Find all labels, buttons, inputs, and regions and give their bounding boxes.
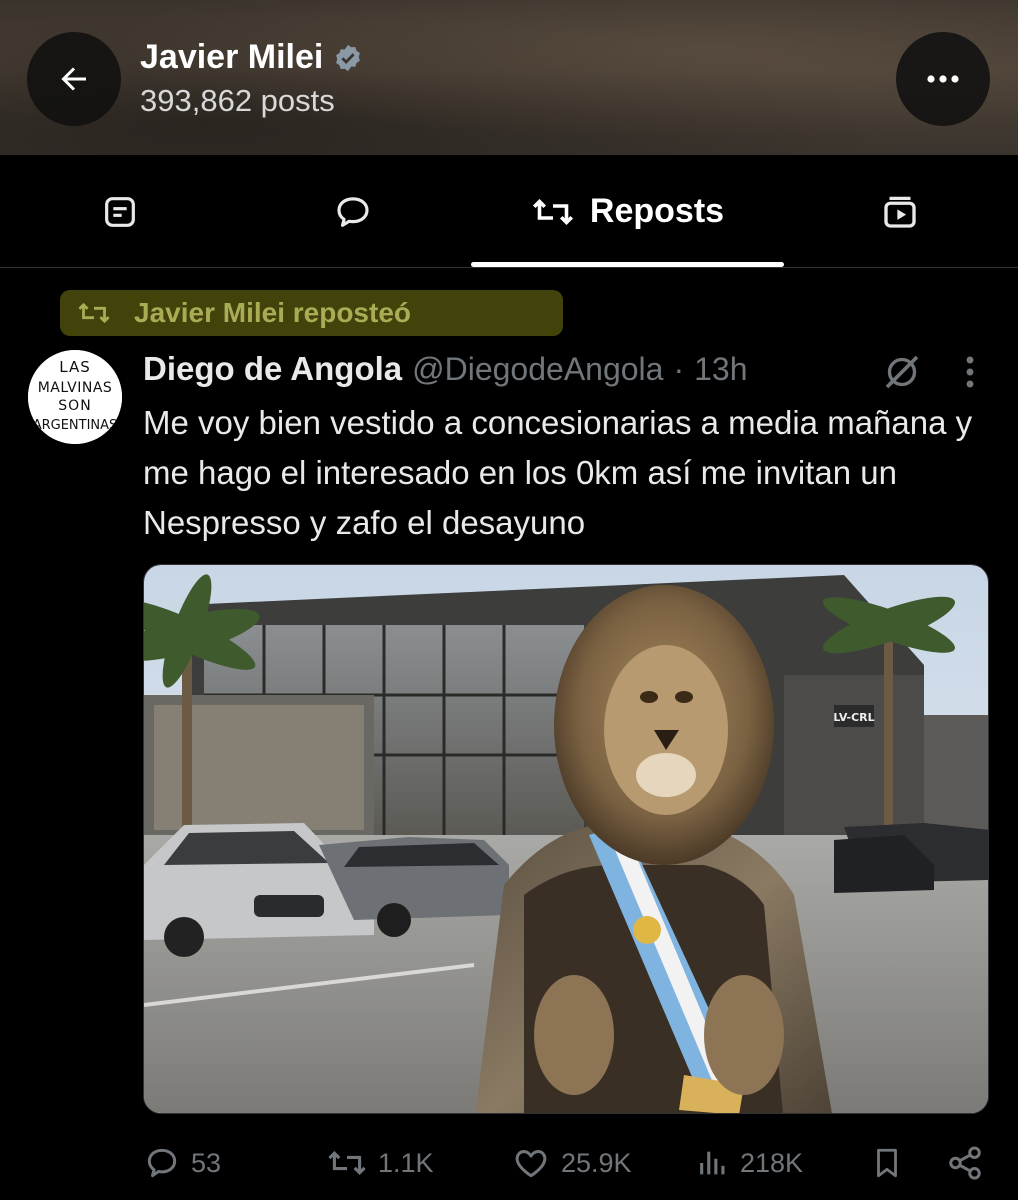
tweet-header: Diego de Angola @DiegodeAngola · 13h	[143, 350, 748, 388]
avatar-line-3: SON	[58, 398, 91, 414]
repost-banner-text: Javier Milei reposteó	[134, 297, 412, 328]
more-dots-icon	[927, 75, 959, 83]
author-avatar[interactable]: LAS MALVINAS SON ARGENTINAS	[28, 350, 122, 444]
reply-button[interactable]: 53	[143, 1138, 221, 1188]
grok-icon[interactable]	[882, 352, 922, 392]
view-count: 218K	[740, 1147, 804, 1178]
tweet-media-image[interactable]: LV-CRL	[143, 564, 989, 1114]
reply-count: 53	[191, 1147, 222, 1178]
video-icon	[884, 196, 916, 228]
author-handle[interactable]: @DiegodeAngola	[412, 351, 663, 388]
verified-badge-icon	[336, 44, 361, 71]
notes-icon	[105, 196, 135, 227]
repost-button[interactable]: 1.1K	[326, 1138, 434, 1188]
back-arrow-icon	[61, 67, 86, 91]
tab-reposts[interactable]: Reposts	[470, 155, 784, 268]
tweet-time[interactable]: 13h	[694, 351, 747, 388]
like-button[interactable]: 25.9K	[511, 1138, 632, 1188]
post-count: 393,862 posts	[140, 83, 335, 118]
comment-icon	[337, 196, 369, 227]
bookmark-icon	[877, 1148, 897, 1178]
tab-replies[interactable]	[293, 155, 413, 268]
profile-name: Javier Milei	[140, 38, 324, 76]
avatar-line-4: ARGENTINAS	[33, 418, 118, 433]
tweet-actions: 53 1.1K 25.9K 218K	[143, 1138, 993, 1188]
reply-icon	[147, 1148, 177, 1178]
active-tab-indicator	[471, 262, 784, 267]
dealership-sign: LV-CRL	[833, 711, 874, 724]
repost-icon	[532, 198, 573, 225]
share-icon	[949, 1146, 981, 1180]
tab-reposts-label: Reposts	[589, 192, 725, 230]
profile-header: Javier Milei 393,862 posts	[0, 0, 1018, 155]
repost-count: 1.1K	[378, 1147, 434, 1178]
share-button[interactable]	[946, 1138, 984, 1188]
back-button[interactable]	[27, 32, 121, 126]
avatar-line-2: MALVINAS	[38, 380, 113, 396]
profile-tabs: Reposts	[0, 155, 1018, 268]
avatar-line-1: LAS	[59, 358, 90, 376]
lion-dealership-image: LV-CRL	[144, 565, 988, 1113]
avatar-handwriting-image: LAS MALVINAS SON ARGENTINAS	[28, 350, 122, 444]
views-button[interactable]: 218K	[696, 1138, 803, 1188]
separator-dot: ·	[673, 350, 685, 387]
bookmark-button[interactable]	[870, 1138, 904, 1188]
tweet-more-icon[interactable]	[958, 354, 982, 390]
repost-banner[interactable]: Javier Milei reposteó	[60, 290, 563, 336]
more-options-button[interactable]	[896, 32, 990, 126]
repost-action-icon	[328, 1151, 366, 1175]
tab-posts[interactable]	[60, 155, 180, 268]
tab-media[interactable]	[840, 155, 960, 268]
analytics-icon	[700, 1151, 725, 1175]
header-title-block: Javier Milei 393,862 posts	[140, 38, 363, 119]
tweet-text: Me voy bien vestido a concesionarias a m…	[143, 404, 973, 541]
heart-icon	[515, 1150, 547, 1178]
like-count: 25.9K	[561, 1147, 632, 1178]
author-name[interactable]: Diego de Angola	[143, 350, 402, 388]
repost-small-icon	[78, 302, 110, 324]
